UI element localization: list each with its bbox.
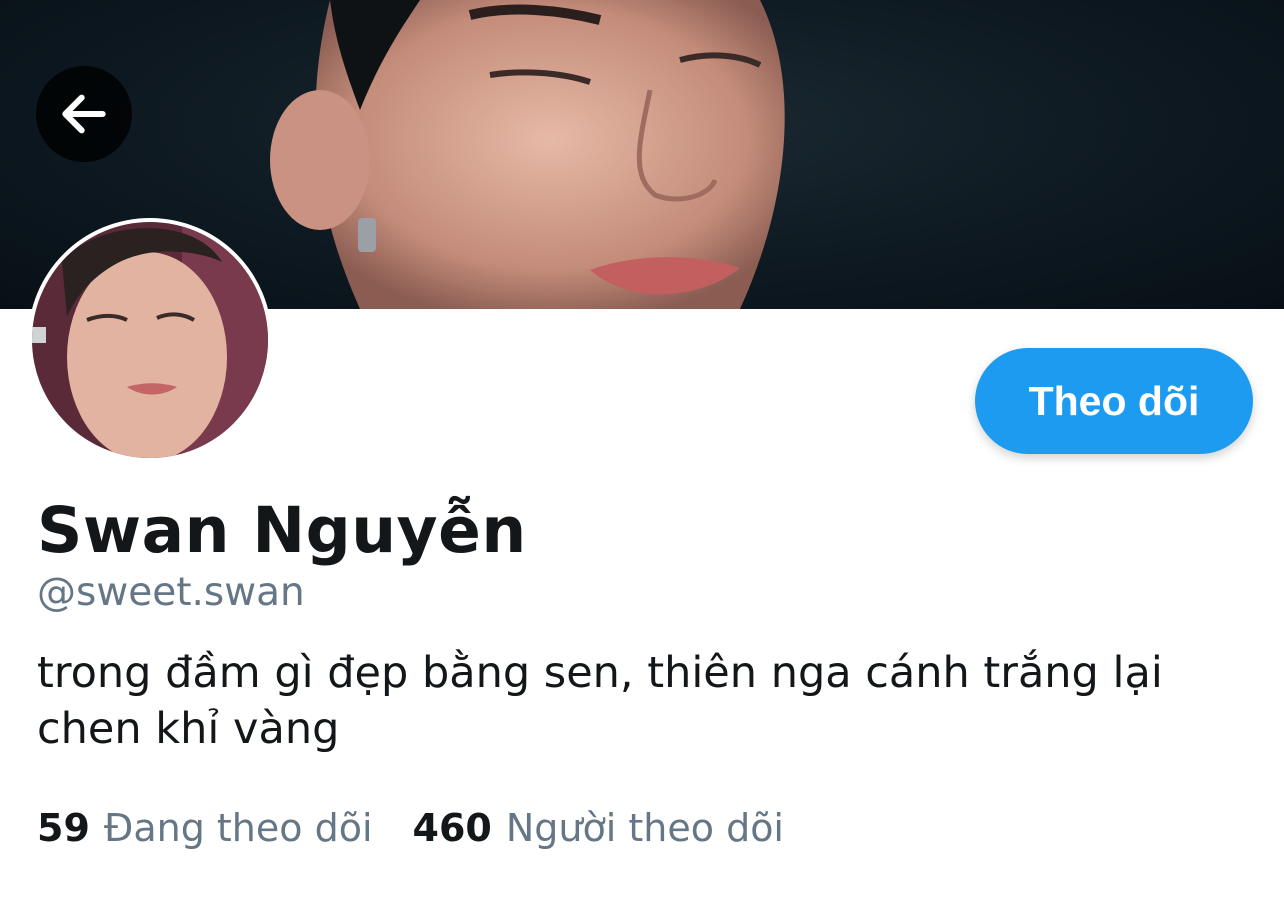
back-button[interactable] (36, 66, 132, 162)
followers-count: 460 (412, 806, 492, 850)
profile-bio: trong đầm gì đẹp bằng sen, thiên nga cán… (37, 648, 1163, 754)
profile-handle: @sweet.swan (37, 570, 305, 615)
following-stat[interactable]: 59 Đang theo dõi (37, 806, 373, 850)
profile-display-name: Swan Nguyễn (37, 494, 527, 567)
avatar[interactable] (28, 218, 272, 462)
followers-label: Người theo dõi (505, 806, 784, 850)
avatar-photo (32, 222, 268, 458)
followers-stat[interactable]: 460 Người theo dõi (413, 806, 784, 850)
arrow-left-icon (62, 94, 106, 134)
follow-button[interactable]: Theo dõi (975, 348, 1253, 454)
following-count: 59 (37, 806, 90, 850)
following-label: Đang theo dõi (103, 806, 373, 850)
profile-stats: 59 Đang theo dõi 460 Người theo dõi (37, 806, 784, 850)
